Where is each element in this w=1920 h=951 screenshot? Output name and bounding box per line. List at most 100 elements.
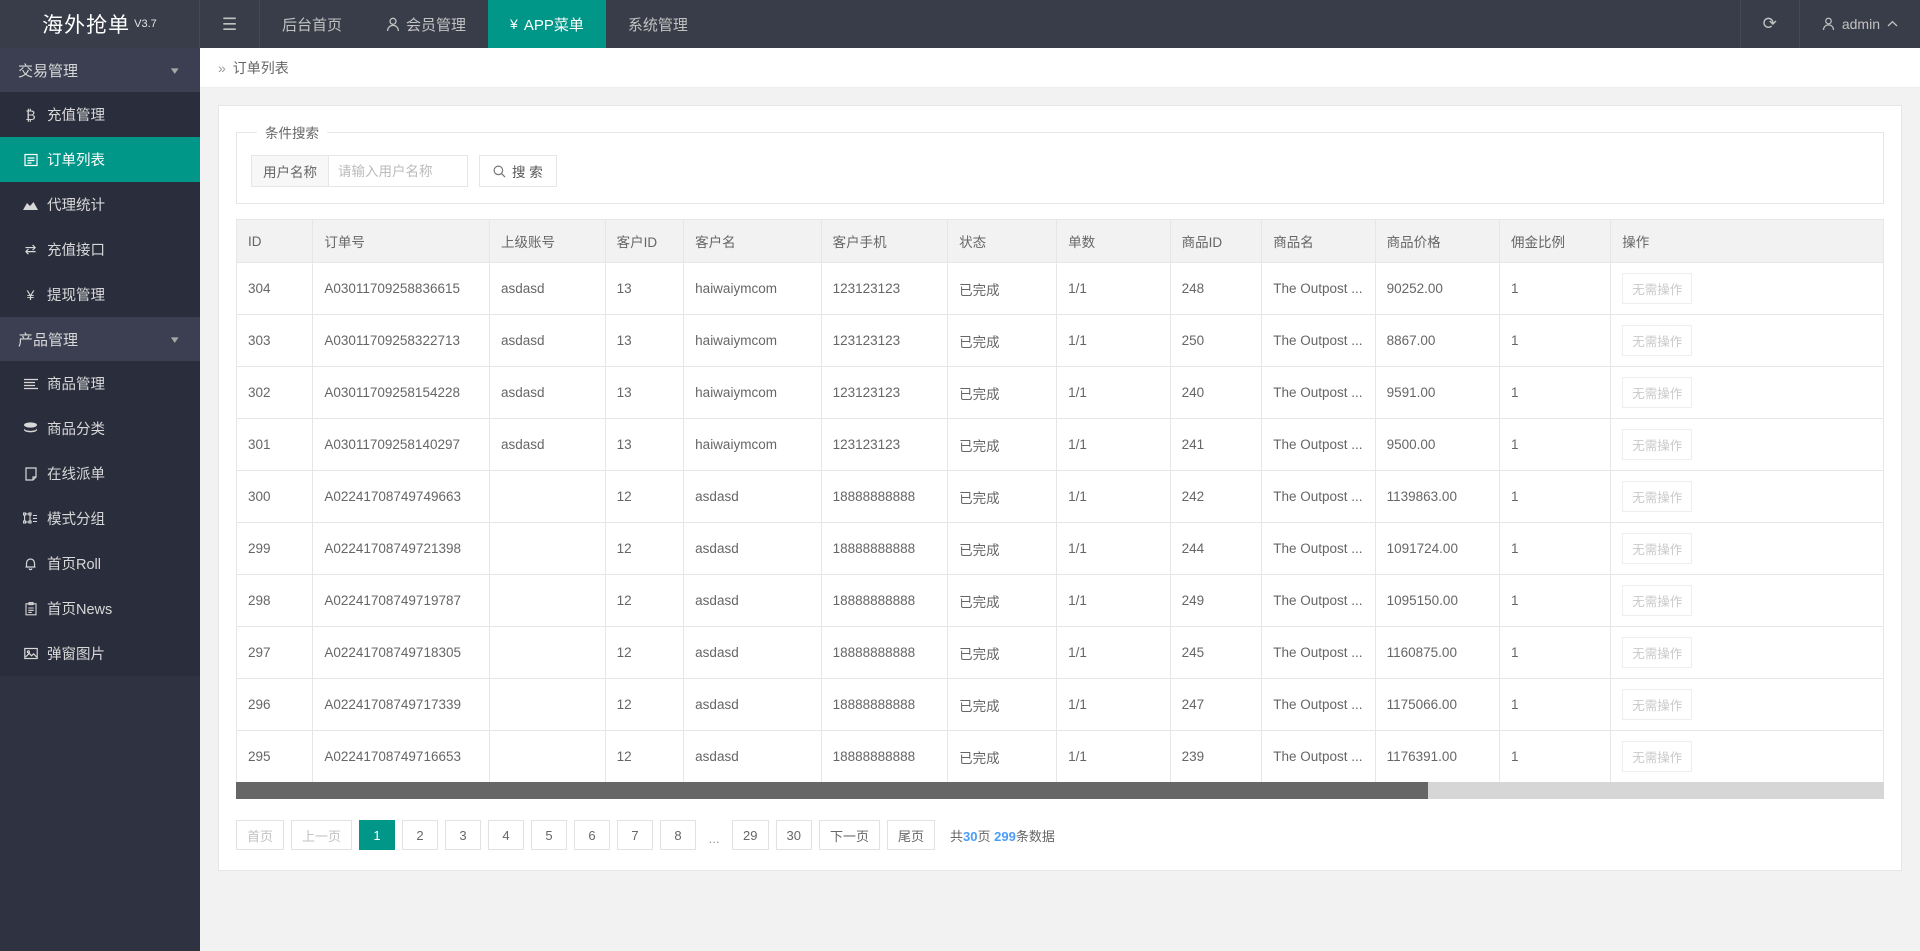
sidebar-group-trade-management[interactable]: 交易管理 ▾ [0,48,200,92]
column-header-customer-phone[interactable]: 客户手机 [821,220,948,263]
action-cell: 无需操作 [1611,315,1884,367]
order-id-cell: 299 [237,523,313,575]
goods-price-cell: 1139863.00 [1375,471,1499,523]
parent-account-cell: asdasd [490,263,606,315]
sidebar-item-online-dispatch[interactable]: 在线派单 [0,451,200,496]
column-header-goods-name[interactable]: 商品名 [1262,220,1375,263]
pagination-last-button[interactable]: 尾页 [887,820,935,850]
user-account-menu[interactable]: admin [1800,0,1920,48]
column-header-action[interactable]: 操作 [1611,220,1884,263]
pagination-page-8[interactable]: 8 [660,820,696,850]
sidebar-item-home-news[interactable]: 首页News [0,586,200,631]
image-icon [22,647,39,660]
column-header-goods-price[interactable]: 商品价格 [1375,220,1499,263]
table-row[interactable]: 296A0224170874971733912asdasd18888888888… [237,679,1884,731]
pagination-page-5[interactable]: 5 [531,820,567,850]
customer-name-cell: asdasd [684,471,821,523]
pagination-page-29[interactable]: 29 [732,820,768,850]
customer-phone-cell: 18888888888 [821,679,948,731]
table-row[interactable]: 297A0224170874971830512asdasd18888888888… [237,627,1884,679]
customer-id-cell: 12 [605,679,684,731]
app-logo[interactable]: 海外抢单 V3.7 [0,0,200,48]
pagination-ellipsis: ... [703,820,725,850]
action-cell: 无需操作 [1611,263,1884,315]
table-body: 304A03011709258836615asdasd13haiwaiymcom… [237,263,1884,783]
table-row[interactable]: 298A0224170874971978712asdasd18888888888… [237,575,1884,627]
sidebar-item-goods-management[interactable]: 商品管理 [0,361,200,406]
table-row[interactable]: 295A0224170874971665312asdasd18888888888… [237,731,1884,783]
column-header-status[interactable]: 状态 [948,220,1057,263]
pagination-page-7[interactable]: 7 [617,820,653,850]
pagination-page-2[interactable]: 2 [402,820,438,850]
logo-title: 海外抢单 [42,9,130,39]
column-header-customer-name[interactable]: 客户名 [684,220,821,263]
order-no-cell: A02241708749716653 [313,731,490,783]
customer-name-cell: asdasd [684,523,821,575]
commission-rate-cell: 1 [1499,575,1610,627]
table-row[interactable]: 303A03011709258322713asdasd13haiwaiymcom… [237,315,1884,367]
pagination-page-1[interactable]: 1 [359,820,395,850]
pagination-page-6[interactable]: 6 [574,820,610,850]
order-no-cell: A02241708749719787 [313,575,490,627]
customer-id-cell: 12 [605,731,684,783]
table-row[interactable]: 299A0224170874972139812asdasd18888888888… [237,523,1884,575]
table-row[interactable]: 301A03011709258140297asdasd13haiwaiymcom… [237,419,1884,471]
sidebar-item-agent-statistics[interactable]: 代理统计 [0,182,200,227]
commission-rate-cell: 1 [1499,731,1610,783]
column-header-order-no[interactable]: 订单号 [313,220,490,263]
refresh-icon: ⟳ [1763,14,1777,34]
search-input[interactable] [328,155,468,187]
bitcoin-icon: ₿ [22,107,39,123]
parent-account-cell [490,523,606,575]
customer-id-cell: 12 [605,523,684,575]
column-header-id[interactable]: ID [237,220,313,263]
column-header-order-count[interactable]: 单数 [1057,220,1170,263]
sidebar-item-popup-image[interactable]: 弹窗图片 [0,631,200,676]
column-header-parent-account[interactable]: 上级账号 [490,220,606,263]
lines-icon [22,378,39,390]
sidebar-item-home-roll[interactable]: 首页Roll [0,541,200,586]
search-button[interactable]: 搜 索 [479,155,557,187]
hamburger-menu-button[interactable]: ☰ [200,0,260,48]
sidebar-item-recharge-interface[interactable]: ⇄ 充值接口 [0,227,200,272]
layers-icon [22,422,39,435]
sidebar-group-product-management[interactable]: 产品管理 ▾ [0,317,200,361]
sidebar-item-withdraw-management[interactable]: ¥ 提现管理 [0,272,200,317]
horizontal-scrollbar[interactable] [236,782,1884,799]
customer-id-cell: 12 [605,471,684,523]
nav-tab-label: 会员管理 [406,14,466,35]
list-box-icon [22,153,39,167]
no-action-button: 无需操作 [1622,377,1692,408]
sidebar-item-mode-group[interactable]: 模式分组 [0,496,200,541]
commission-rate-cell: 1 [1499,471,1610,523]
horizontal-scrollbar-thumb[interactable] [236,782,1428,799]
goods-id-cell: 239 [1170,731,1262,783]
no-action-button: 无需操作 [1622,533,1692,564]
order-id-cell: 298 [237,575,313,627]
nav-tab-member-management[interactable]: 会员管理 [364,0,488,48]
refresh-button[interactable]: ⟳ [1740,0,1800,48]
order-count-cell: 1/1 [1057,471,1170,523]
pagination-page-4[interactable]: 4 [488,820,524,850]
pagination-page-30[interactable]: 30 [776,820,812,850]
table-row[interactable]: 302A03011709258154228asdasd13haiwaiymcom… [237,367,1884,419]
pagination-page-3[interactable]: 3 [445,820,481,850]
nav-tab-backend-home[interactable]: 后台首页 [260,0,364,48]
orders-table: ID 订单号 上级账号 客户ID 客户名 客户手机 状态 单数 商品ID 商品名… [236,219,1884,783]
nav-tab-system-management[interactable]: 系统管理 [606,0,710,48]
clipboard-icon [22,602,39,616]
goods-name-cell: The Outpost ... [1262,315,1375,367]
column-header-goods-id[interactable]: 商品ID [1170,220,1262,263]
sidebar-item-recharge-management[interactable]: ₿ 充值管理 [0,92,200,137]
table-header-row: ID 订单号 上级账号 客户ID 客户名 客户手机 状态 单数 商品ID 商品名… [237,220,1884,263]
sidebar-item-goods-category[interactable]: 商品分类 [0,406,200,451]
customer-name-cell: haiwaiymcom [684,419,821,471]
sidebar-item-order-list[interactable]: 订单列表 [0,137,200,182]
column-header-commission-rate[interactable]: 佣金比例 [1499,220,1610,263]
table-row[interactable]: 304A03011709258836615asdasd13haiwaiymcom… [237,263,1884,315]
column-header-customer-id[interactable]: 客户ID [605,220,684,263]
table-row[interactable]: 300A0224170874974966312asdasd18888888888… [237,471,1884,523]
pagination-next-button[interactable]: 下一页 [819,820,880,850]
customer-id-cell: 13 [605,263,684,315]
nav-tab-app-menu[interactable]: ¥ APP菜单 [488,0,606,48]
